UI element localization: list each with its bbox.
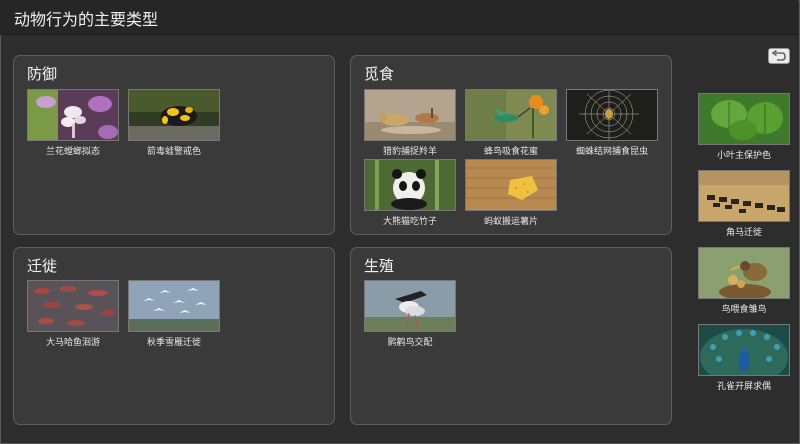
panda-image xyxy=(364,159,456,211)
orchid-mantis-image xyxy=(27,89,119,141)
category-title: 觅食 xyxy=(364,65,395,83)
undo-button[interactable] xyxy=(768,48,790,64)
card-leaf-camouflage[interactable]: 小叶主保护色 xyxy=(698,93,790,161)
card-label: 蜘蛛结网捕食昆虫 xyxy=(575,147,648,157)
card-label: 秋季雪雁迁徙 xyxy=(146,338,201,348)
card-spider-web[interactable]: 蜘蛛结网捕食昆虫 xyxy=(566,89,658,157)
bird-feeding-image xyxy=(698,247,790,299)
poison-frog-image xyxy=(128,89,220,141)
card-label: 鸟喂食雏鸟 xyxy=(721,305,767,315)
card-label: 鹮鹳鸟交配 xyxy=(387,338,433,348)
undo-arrow-icon xyxy=(771,50,786,61)
card-label: 箭毒蛙警戒色 xyxy=(146,147,201,157)
category-title: 生殖 xyxy=(364,257,395,275)
snow-geese-image xyxy=(128,280,220,332)
category-panel-reproduction[interactable]: 生殖 鹮鹳鸟交配 xyxy=(350,247,672,425)
title-bar: 动物行为的主要类型 xyxy=(0,0,798,35)
card-ants-chip[interactable]: 蚂蚁搬运薯片 xyxy=(465,159,557,227)
category-panel-defense[interactable]: 防御 兰花螳螂拟态 箭毒蛙警戒色 xyxy=(13,55,335,235)
card-stork-mating[interactable]: 鹮鹳鸟交配 xyxy=(364,280,456,348)
category-panel-foraging[interactable]: 觅食 猎豹捕捉羚羊 蜂鸟吸食花蜜 蜘蛛结网捕食昆虫 大熊猫吃竹子 蚂蚁搬运薯片 xyxy=(350,55,672,235)
card-label: 兰花螳螂拟态 xyxy=(45,147,100,157)
card-peacock[interactable]: 孔雀开屏求偶 xyxy=(698,324,790,392)
card-wildebeest[interactable]: 角马迁徙 xyxy=(698,170,790,238)
card-label: 大熊猫吃竹子 xyxy=(382,217,437,227)
category-title: 防御 xyxy=(27,65,58,83)
card-label: 角马迁徙 xyxy=(725,228,762,238)
leaf-camouflage-image xyxy=(698,93,790,145)
card-orchid-mantis[interactable]: 兰花螳螂拟态 xyxy=(27,89,119,157)
hummingbird-image xyxy=(465,89,557,141)
spider-web-image xyxy=(566,89,658,141)
card-snow-geese[interactable]: 秋季雪雁迁徙 xyxy=(128,280,220,348)
ants-chip-image xyxy=(465,159,557,211)
card-label: 猎豹捕捉羚羊 xyxy=(382,147,437,157)
card-label: 蚂蚁搬运薯片 xyxy=(483,217,538,227)
card-label: 大马哈鱼洄游 xyxy=(45,338,100,348)
card-hummingbird[interactable]: 蜂鸟吸食花蜜 xyxy=(465,89,557,157)
card-cheetah-hunt[interactable]: 猎豹捕捉羚羊 xyxy=(364,89,456,157)
card-panda[interactable]: 大熊猫吃竹子 xyxy=(364,159,456,227)
peacock-image xyxy=(698,324,790,376)
card-salmon[interactable]: 大马哈鱼洄游 xyxy=(27,280,119,348)
wildebeest-image xyxy=(698,170,790,222)
card-label: 蜂鸟吸食花蜜 xyxy=(483,147,538,157)
stork-mating-image xyxy=(364,280,456,332)
card-label: 小叶主保护色 xyxy=(716,151,771,161)
cheetah-hunt-image xyxy=(364,89,456,141)
category-panel-migration[interactable]: 迁徙 大马哈鱼洄游 秋季雪雁迁徙 xyxy=(13,247,335,425)
salmon-image xyxy=(27,280,119,332)
card-poison-frog[interactable]: 箭毒蛙警戒色 xyxy=(128,89,220,157)
page-title: 动物行为的主要类型 xyxy=(14,10,159,29)
category-title: 迁徙 xyxy=(27,257,58,275)
card-bird-feeding[interactable]: 鸟喂食雏鸟 xyxy=(698,247,790,315)
card-label: 孔雀开屏求偶 xyxy=(716,382,771,392)
